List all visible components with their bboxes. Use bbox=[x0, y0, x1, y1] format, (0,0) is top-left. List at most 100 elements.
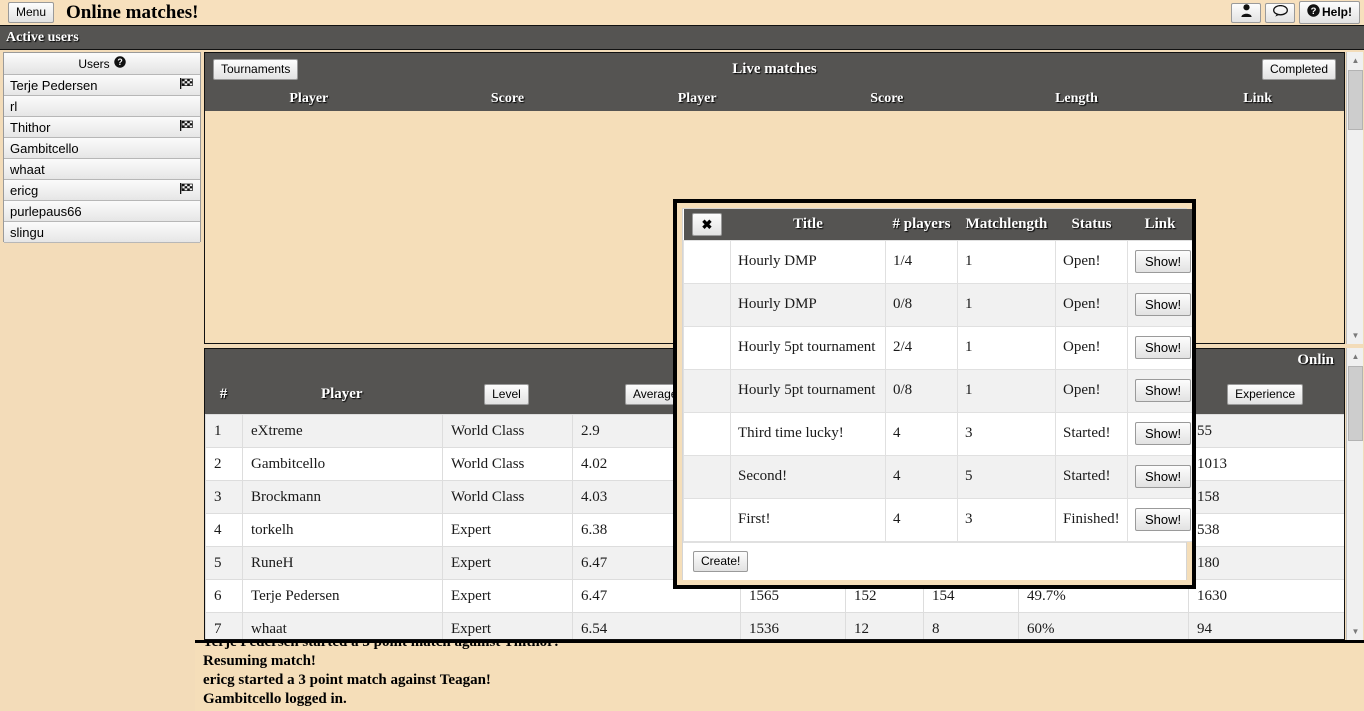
tournament-title: Hourly 5pt tournament bbox=[730, 325, 886, 370]
tournament-row[interactable]: Third time lucky! 4 3 Started! Show! bbox=[683, 411, 1192, 456]
tournaments-button[interactable]: Tournaments bbox=[213, 59, 299, 80]
table-row[interactable]: 7 whaat Expert 6.54 1536 12 8 60% 94 bbox=[205, 612, 1344, 639]
tournament-row-marker bbox=[683, 497, 731, 542]
tournament-row-marker bbox=[683, 239, 731, 284]
users-header-label: Users bbox=[78, 56, 110, 71]
live-matches-scrollbar[interactable]: ▲ ▼ bbox=[1346, 52, 1363, 344]
tournament-status: Open! bbox=[1055, 239, 1128, 284]
tournaments-table-header-row: ✖ Title # players Matchlength Status Lin… bbox=[683, 209, 1192, 240]
tournament-row[interactable]: Hourly 5pt tournament 0/8 1 Open! Show! bbox=[683, 368, 1192, 413]
help-button[interactable]: ? Help! bbox=[1299, 1, 1360, 24]
scroll-down-icon[interactable]: ▼ bbox=[1347, 623, 1364, 640]
tournament-status: Finished! bbox=[1055, 497, 1128, 542]
help-button-label: Help! bbox=[1322, 5, 1352, 19]
tournament-players: 0/8 bbox=[885, 282, 958, 327]
users-panel: Users ? Terje Pedersen rl Thithor Gambitcel… bbox=[3, 52, 201, 243]
show-tournament-button[interactable]: Show! bbox=[1135, 422, 1192, 445]
tournament-row[interactable]: Hourly 5pt tournament 2/4 1 Open! Show! bbox=[683, 325, 1192, 370]
checkered-flag-icon[interactable] bbox=[180, 183, 194, 197]
tournament-title: Hourly 5pt tournament bbox=[730, 368, 886, 413]
players-cell-player: torkelh bbox=[242, 513, 443, 547]
tournament-matchlength: 1 bbox=[957, 239, 1056, 284]
user-list-item[interactable]: purlepaus66 bbox=[4, 201, 200, 222]
tournament-title: Hourly DMP bbox=[730, 239, 886, 284]
checkered-flag-icon[interactable] bbox=[180, 120, 194, 134]
scrollbar-thumb[interactable] bbox=[1348, 70, 1363, 130]
user-list-item[interactable]: slingu bbox=[4, 222, 200, 243]
players-cell-experience: 55 bbox=[1188, 414, 1344, 448]
tournament-row-marker bbox=[683, 411, 731, 456]
tournament-row[interactable]: First! 4 3 Finished! Show! bbox=[683, 497, 1192, 542]
create-button[interactable]: Create! bbox=[693, 550, 749, 572]
sort-experience-button[interactable]: Experience bbox=[1227, 383, 1304, 405]
svg-text:?: ? bbox=[1311, 6, 1317, 17]
tournament-matchlength: 1 bbox=[957, 368, 1056, 413]
tournament-players: 4 bbox=[885, 497, 958, 542]
tournament-players: 4 bbox=[885, 411, 958, 456]
svg-text:?: ? bbox=[117, 57, 122, 67]
scroll-up-icon[interactable]: ▲ bbox=[1347, 52, 1364, 69]
modal-close-cell: ✖ bbox=[683, 209, 731, 240]
user-list-item[interactable]: Gambitcello bbox=[4, 138, 200, 159]
active-users-bar: Active users bbox=[0, 26, 1364, 50]
user-list-item-label: whaat bbox=[10, 161, 45, 177]
players-cell-average: 6.54 bbox=[572, 612, 741, 639]
user-list-item[interactable]: whaat bbox=[4, 159, 200, 180]
show-tournament-button[interactable]: Show! bbox=[1135, 336, 1192, 359]
players-cell-player: RuneH bbox=[242, 546, 443, 580]
scrollbar-thumb[interactable] bbox=[1348, 366, 1363, 441]
tournament-link-cell: Show! bbox=[1127, 454, 1192, 499]
players-cell-experience: 1013 bbox=[1188, 447, 1344, 481]
tournaments-modal-footer: Create! bbox=[683, 541, 1186, 580]
show-tournament-button[interactable]: Show! bbox=[1135, 250, 1192, 273]
online-players-title: Onlin bbox=[1297, 352, 1334, 368]
scroll-up-icon[interactable]: ▲ bbox=[1347, 348, 1364, 365]
question-circle-icon[interactable]: ? bbox=[113, 56, 126, 71]
players-cell-num: 2 bbox=[205, 447, 243, 481]
live-matches-header: Tournaments Live matches Completed bbox=[205, 53, 1344, 86]
log-line: Gambitcello logged in. bbox=[203, 691, 347, 707]
tournament-title: Hourly DMP bbox=[730, 282, 886, 327]
top-bar: Menu Online matches! ? Help! bbox=[0, 0, 1364, 26]
tournament-row[interactable]: Hourly DMP 0/8 1 Open! Show! bbox=[683, 282, 1192, 327]
players-cell-num: 1 bbox=[205, 414, 243, 448]
tournament-link-cell: Show! bbox=[1127, 497, 1192, 542]
tournament-link-cell: Show! bbox=[1127, 239, 1192, 284]
players-cell-num: 4 bbox=[205, 513, 243, 547]
chat-button[interactable] bbox=[1265, 2, 1295, 23]
user-list-item[interactable]: ericg bbox=[4, 180, 200, 201]
tournament-status: Started! bbox=[1055, 411, 1128, 456]
players-cell-level: World Class bbox=[442, 480, 573, 514]
show-tournament-button[interactable]: Show! bbox=[1135, 293, 1192, 316]
log-line: Resuming match! bbox=[203, 653, 316, 669]
tournament-status: Open! bbox=[1055, 325, 1128, 370]
tournament-row[interactable]: Hourly DMP 1/4 1 Open! Show! bbox=[683, 239, 1192, 284]
checkered-flag-icon[interactable] bbox=[180, 78, 194, 92]
user-list-item[interactable]: rl bbox=[4, 96, 200, 117]
tournament-row[interactable]: Second! 4 5 Started! Show! bbox=[683, 454, 1192, 499]
live-col-score: Score bbox=[870, 90, 904, 106]
show-tournament-button[interactable]: Show! bbox=[1135, 508, 1192, 531]
scroll-down-icon[interactable]: ▼ bbox=[1347, 327, 1364, 344]
sort-level-button[interactable]: Level bbox=[484, 383, 529, 405]
players-cell-player: Brockmann bbox=[242, 480, 443, 514]
tournament-row-marker bbox=[683, 282, 731, 327]
user-list-item[interactable]: Thithor bbox=[4, 117, 200, 138]
user-list-item[interactable]: Terje Pedersen bbox=[4, 75, 200, 96]
tournament-status: Started! bbox=[1055, 454, 1128, 499]
tournament-matchlength: 1 bbox=[957, 325, 1056, 370]
tournament-matchlength: 3 bbox=[957, 411, 1056, 456]
online-players-scrollbar[interactable]: ▲ ▼ bbox=[1346, 348, 1363, 640]
show-tournament-button[interactable]: Show! bbox=[1135, 465, 1192, 488]
tournament-link-cell: Show! bbox=[1127, 368, 1192, 413]
tournament-status: Open! bbox=[1055, 282, 1128, 327]
menu-button[interactable]: Menu bbox=[8, 2, 55, 23]
close-icon[interactable]: ✖ bbox=[691, 212, 723, 236]
profile-button[interactable] bbox=[1231, 2, 1261, 23]
show-tournament-button[interactable]: Show! bbox=[1135, 379, 1192, 402]
players-cell-num: 5 bbox=[205, 546, 243, 580]
tournament-players: 4 bbox=[885, 454, 958, 499]
completed-button[interactable]: Completed bbox=[1261, 59, 1336, 80]
players-cell-c6: 12 bbox=[845, 612, 924, 639]
live-matches-title: Live matches bbox=[732, 61, 817, 77]
